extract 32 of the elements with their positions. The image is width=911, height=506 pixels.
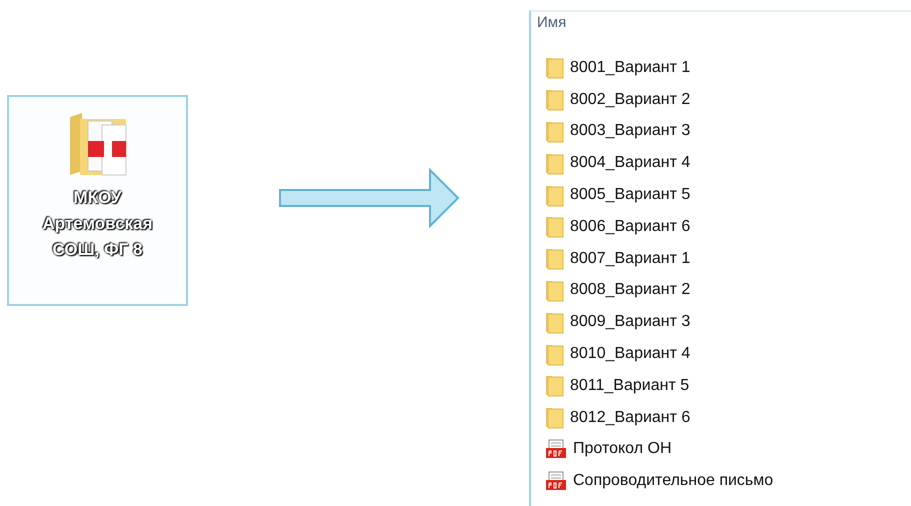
pdf-file-icon bbox=[545, 439, 567, 460]
file-name[interactable]: 8001_Вариант 1 bbox=[570, 58, 690, 77]
file-name[interactable]: 8008_Вариант 2 bbox=[570, 281, 690, 300]
file-name[interactable]: 8006_Вариант 6 bbox=[570, 218, 690, 236]
file-name[interactable]: 8003_Вариант 3 bbox=[570, 122, 690, 140]
folder-icon bbox=[545, 152, 564, 175]
folder-icon bbox=[545, 374, 564, 398]
folder-icon bbox=[545, 247, 564, 270]
folder-icon bbox=[545, 120, 564, 143]
file-name[interactable]: Сопроводительное письмо bbox=[573, 472, 774, 490]
file-name[interactable]: 8004_Вариант 4 bbox=[570, 154, 690, 172]
folder-documents-icon bbox=[68, 111, 128, 177]
folder-icon bbox=[545, 56, 564, 80]
pdf-file-icon bbox=[545, 471, 567, 492]
desktop-folder-icon[interactable]: МКОУ Артемовская СОШ, ФГ 8 bbox=[7, 95, 188, 306]
column-header[interactable]: Имя bbox=[537, 13, 566, 38]
file-name[interactable]: 8007_Вариант 1 bbox=[570, 250, 690, 268]
file-name[interactable]: Протокол ОН bbox=[573, 440, 672, 458]
folder-icon bbox=[545, 278, 564, 302]
file-name[interactable]: 8011_Вариант 5 bbox=[570, 376, 690, 395]
file-name[interactable]: 8005_Вариант 5 bbox=[570, 186, 690, 204]
file-name[interactable]: 8002_Вариант 2 bbox=[570, 90, 690, 109]
folder-icon bbox=[545, 310, 564, 334]
folder-icon bbox=[545, 184, 564, 207]
folder-icon bbox=[545, 215, 564, 238]
folder-icon bbox=[545, 406, 564, 430]
folder-icon bbox=[545, 342, 564, 366]
folder-icon bbox=[545, 88, 564, 112]
file-name[interactable]: 8012_Вариант 6 bbox=[570, 408, 690, 427]
file-name[interactable]: 8009_Вариант 3 bbox=[570, 313, 690, 332]
file-name[interactable]: 8010_Вариант 4 bbox=[570, 345, 690, 364]
icon-label: МКОУ Артемовская СОШ, ФГ 8 bbox=[40, 187, 154, 261]
